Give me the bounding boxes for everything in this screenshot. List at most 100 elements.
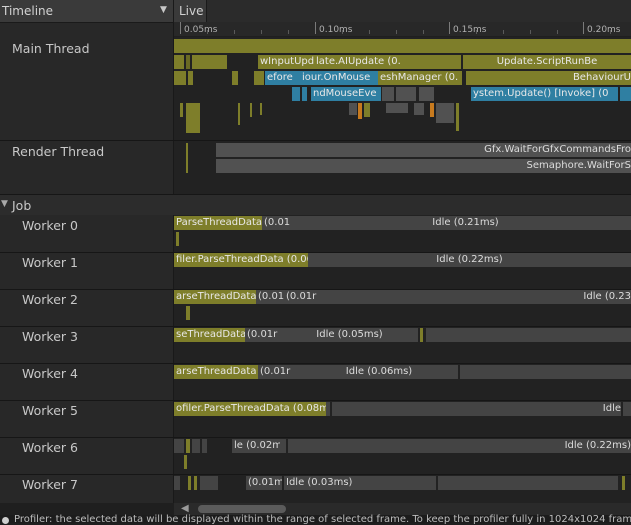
worker-7-track[interactable]: (0.01m Idle (0.03ms)	[174, 475, 631, 503]
idle-sample-bar[interactable]	[460, 365, 631, 379]
worker-0-track[interactable]: ParseThreadData (0.01 Idle (0.21ms)	[174, 215, 631, 252]
scrollbar-thumb[interactable]	[198, 505, 286, 513]
player-loop-sample[interactable]	[174, 39, 631, 53]
sample-bar[interactable]	[180, 103, 183, 117]
worker-2-label[interactable]: Worker 2	[22, 292, 78, 307]
worker-3-label[interactable]: Worker 3	[22, 329, 78, 344]
sample-bar[interactable]: (0.01r	[256, 290, 284, 304]
sample-bar[interactable]: BehaviourU	[466, 71, 631, 85]
sample-bar[interactable]: (0.01r	[284, 290, 318, 304]
worker-6-track[interactable]: le (0.02ms Idle (0.22ms)	[174, 438, 631, 474]
worker-2-track[interactable]: arseThreadData (0.01r (0.01r Idle (0.23	[174, 290, 631, 326]
sample-bar[interactable]	[186, 143, 188, 173]
sample-bar[interactable]	[174, 55, 184, 69]
sample-bar[interactable]	[184, 455, 187, 469]
worker-0-label[interactable]: Worker 0	[22, 218, 78, 233]
sample-bar[interactable]: wInputUpdate	[258, 55, 316, 69]
sample-bar[interactable]	[419, 87, 434, 101]
sample-bar[interactable]	[436, 103, 454, 123]
worker-1-label[interactable]: Worker 1	[22, 255, 78, 270]
sample-bar[interactable]: arseThreadData	[174, 290, 256, 304]
idle-sample-bar[interactable]: Idle (0.05ms)	[281, 328, 418, 342]
sample-bar[interactable]	[326, 402, 330, 416]
sample-bar[interactable]: (0.01r	[245, 328, 281, 342]
job-group-header[interactable]	[0, 195, 631, 215]
worker-6-label[interactable]: Worker 6	[22, 440, 78, 455]
scroll-left-arrow-icon[interactable]: ◀	[181, 503, 189, 514]
sample-bar[interactable]: eshManager (0.	[378, 71, 462, 85]
sample-bar[interactable]	[302, 87, 307, 101]
idle-sample-bar[interactable]	[426, 328, 631, 342]
time-ruler[interactable]	[174, 22, 631, 36]
sample-bar[interactable]	[188, 71, 193, 85]
sample-bar[interactable]	[176, 232, 179, 246]
main-thread-track[interactable]: wInputUpdate late.AIUpdate (0. Update.Sc…	[174, 37, 631, 140]
sample-bar[interactable]: (0.01m	[246, 476, 282, 490]
sample-bar[interactable]	[622, 476, 625, 490]
sample-bar[interactable]	[186, 55, 190, 69]
sample-bar[interactable]: iour.OnMouse	[300, 71, 380, 85]
sample-bar[interactable]	[414, 103, 424, 115]
sample-bar[interactable]: filer.ParseThreadData (0.06	[174, 253, 308, 267]
sample-bar[interactable]	[174, 476, 180, 490]
worker-7-label[interactable]: Worker 7	[22, 477, 78, 492]
sample-bar[interactable]: seThreadData	[174, 328, 245, 342]
sample-bar[interactable]	[292, 87, 300, 101]
main-thread-label[interactable]: Main Thread	[12, 41, 90, 56]
idle-sample-bar[interactable]: Idle	[332, 402, 621, 416]
sample-bar[interactable]	[192, 55, 227, 69]
sample-bar[interactable]	[382, 87, 394, 101]
view-mode-dropdown[interactable]: Timeline ▼	[0, 0, 174, 22]
sample-bar[interactable]: Semaphore.WaitForS	[216, 159, 631, 173]
idle-sample-bar[interactable]	[438, 476, 618, 490]
live-toggle-button[interactable]: Live	[174, 0, 207, 22]
sample-bar[interactable]	[280, 439, 286, 453]
sample-bar[interactable]	[202, 439, 207, 453]
sample-bar[interactable]: Gfx.WaitForGfxCommandsFro	[216, 143, 631, 157]
idle-sample-bar[interactable]: Idle (0.06ms)	[300, 365, 458, 379]
sample-bar[interactable]	[186, 103, 200, 133]
sample-bar[interactable]	[254, 71, 264, 85]
sample-bar[interactable]	[174, 439, 184, 453]
expand-triangle-icon[interactable]: ▼	[1, 199, 8, 209]
idle-sample-bar[interactable]: Idle (0.22ms)	[308, 253, 631, 267]
sample-bar[interactable]	[456, 103, 459, 131]
sample-bar[interactable]	[200, 476, 218, 490]
sample-bar[interactable]: ParseThreadData	[174, 216, 262, 230]
sample-bar[interactable]	[250, 103, 252, 117]
sample-bar[interactable]	[623, 402, 631, 416]
gc-sample-bar[interactable]	[430, 103, 434, 117]
sample-bar[interactable]	[194, 476, 197, 490]
sample-bar[interactable]: arseThreadData	[174, 365, 258, 379]
gc-sample-bar[interactable]	[358, 103, 362, 119]
sample-bar[interactable]: late.AIUpdate (0.	[314, 55, 461, 69]
render-thread-label[interactable]: Render Thread	[12, 144, 104, 159]
sample-bar[interactable]	[420, 328, 423, 342]
sample-bar[interactable]	[188, 476, 191, 490]
sample-bar[interactable]	[620, 87, 631, 101]
sample-bar[interactable]	[174, 71, 186, 85]
sample-bar[interactable]	[232, 71, 238, 85]
sample-bar[interactable]	[386, 103, 408, 113]
idle-sample-bar[interactable]: Idle (0.03ms)	[284, 476, 436, 490]
sample-bar[interactable]	[364, 103, 370, 117]
sample-bar[interactable]: efore	[265, 71, 302, 85]
worker-5-track[interactable]: ofiler.ParseThreadData (0.08m Idle	[174, 401, 631, 437]
worker-4-track[interactable]: arseThreadData (0.01r Idle (0.06ms)	[174, 364, 631, 400]
sample-bar[interactable]	[186, 306, 190, 320]
sample-bar[interactable]	[238, 103, 240, 125]
sample-bar[interactable]	[192, 439, 200, 453]
sample-bar[interactable]	[396, 87, 416, 101]
worker-1-track[interactable]: filer.ParseThreadData (0.06 Idle (0.22ms…	[174, 253, 631, 289]
sample-bar[interactable]: ofiler.ParseThreadData (0.08m	[174, 402, 326, 416]
sample-bar[interactable]: Update.ScriptRunBe	[463, 55, 631, 69]
sample-bar[interactable]: ystem.Update() [Invoke] (0	[471, 87, 618, 101]
idle-sample-bar[interactable]: Idle (0.23	[318, 290, 631, 304]
worker-3-track[interactable]: seThreadData (0.01r Idle (0.05ms)	[174, 327, 631, 363]
sample-bar[interactable]: ndMouseEve	[311, 87, 381, 101]
sample-bar[interactable]	[186, 439, 190, 453]
worker-5-label[interactable]: Worker 5	[22, 403, 78, 418]
sample-bar[interactable]: (0.01	[262, 216, 300, 230]
render-thread-track[interactable]: Gfx.WaitForGfxCommandsFro Semaphore.Wait…	[174, 141, 631, 194]
idle-sample-bar[interactable]: Idle (0.21ms)	[300, 216, 631, 230]
